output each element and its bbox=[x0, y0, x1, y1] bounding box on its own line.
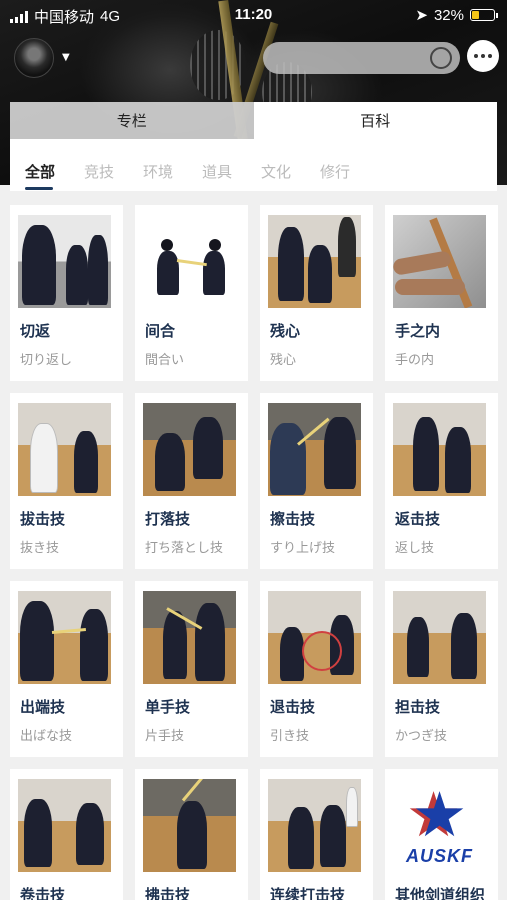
category-all[interactable]: 全部 bbox=[25, 161, 84, 190]
card-image bbox=[143, 591, 236, 684]
card-katatewaza[interactable]: 单手技 片手技 bbox=[135, 581, 248, 757]
card-subtitle: 片手技 bbox=[145, 729, 185, 744]
card-title: 拔击技 bbox=[20, 510, 66, 528]
card-maai[interactable]: 间合 間合い bbox=[135, 205, 248, 381]
card-image bbox=[393, 215, 486, 308]
card-subtitle: 引き技 bbox=[270, 729, 310, 744]
card-title: 残心 bbox=[270, 322, 301, 340]
category-culture[interactable]: 文化 bbox=[261, 161, 320, 182]
star-icon: ★ bbox=[411, 778, 468, 851]
card-kaeshiwaza[interactable]: 返击技 返し技 bbox=[385, 393, 498, 569]
card-subtitle: 出ばな技 bbox=[20, 729, 73, 744]
card-makiwaza[interactable]: 卷击技 bbox=[10, 769, 123, 900]
card-zanshin[interactable]: 残心 残心 bbox=[260, 205, 373, 381]
top-tab-bar: 专栏 百科 bbox=[10, 102, 497, 139]
location-arrow-icon: ➤ bbox=[415, 7, 428, 24]
card-subtitle: 残心 bbox=[270, 353, 297, 368]
card-other-orgs[interactable]: ★ AUSKF 其他剑道组织 bbox=[385, 769, 498, 900]
card-title: 切返 bbox=[20, 322, 51, 340]
search-input[interactable] bbox=[263, 42, 460, 74]
card-title: 打落技 bbox=[145, 510, 191, 528]
card-image bbox=[268, 591, 361, 684]
encyclopedia-grid: 切返 切り返し 间合 間合い 残心 残心 手之内 手の内 拔击技 抜き技 打落技… bbox=[10, 205, 498, 900]
card-image bbox=[268, 779, 361, 872]
category-bar: 全部 竞技 环境 道具 文化 修行 bbox=[10, 139, 497, 191]
card-title: 返击技 bbox=[395, 510, 441, 528]
search-icon[interactable] bbox=[430, 47, 452, 69]
chevron-down-icon[interactable]: ▼ bbox=[62, 52, 70, 63]
card-hikiwaza[interactable]: 退击技 引き技 bbox=[260, 581, 373, 757]
logo-text: AUSKF bbox=[406, 846, 473, 866]
category-training[interactable]: 修行 bbox=[320, 161, 379, 182]
card-subtitle: すり上げ技 bbox=[270, 541, 336, 556]
card-suriage[interactable]: 擦击技 すり上げ技 bbox=[260, 393, 373, 569]
card-image bbox=[18, 215, 111, 308]
card-title: 其他剑道组织 bbox=[395, 886, 486, 900]
card-image bbox=[268, 215, 361, 308]
card-subtitle: 抜き技 bbox=[20, 541, 60, 556]
card-subtitle: 切り返し bbox=[20, 353, 73, 368]
card-title: 手之内 bbox=[395, 322, 441, 340]
card-subtitle: かつぎ技 bbox=[395, 729, 448, 744]
main-content: 全部 竞技 环境 道具 文化 修行 切返 切り返し 间合 間合い 残心 残心 手… bbox=[0, 139, 507, 900]
battery-icon bbox=[470, 9, 498, 21]
card-subtitle: 打ち落とし技 bbox=[145, 541, 224, 556]
card-title: 单手技 bbox=[145, 698, 191, 716]
card-title: 间合 bbox=[145, 322, 176, 340]
category-environment[interactable]: 环境 bbox=[143, 161, 202, 182]
card-image bbox=[143, 215, 236, 308]
card-tenouchi[interactable]: 手之内 手の内 bbox=[385, 205, 498, 381]
card-title: 担击技 bbox=[395, 698, 441, 716]
card-title: 退击技 bbox=[270, 698, 316, 716]
card-image bbox=[143, 403, 236, 496]
card-subtitle: 手の内 bbox=[395, 353, 435, 368]
status-bar: 中国移动 4G 11:20 ➤ 32% bbox=[0, 0, 507, 30]
card-katsugiwaza[interactable]: 担击技 かつぎ技 bbox=[385, 581, 498, 757]
card-haraiwaza[interactable]: 拂击技 bbox=[135, 769, 248, 900]
card-renzokuwaza[interactable]: 连续打击技 bbox=[260, 769, 373, 900]
card-image bbox=[143, 779, 236, 872]
category-competition[interactable]: 竞技 bbox=[84, 161, 143, 182]
card-subtitle: 間合い bbox=[145, 353, 185, 368]
tab-encyclopedia[interactable]: 百科 bbox=[253, 102, 497, 139]
card-image bbox=[393, 403, 486, 496]
card-nukiwaza[interactable]: 拔击技 抜き技 bbox=[10, 393, 123, 569]
card-title: 连续打击技 bbox=[270, 886, 346, 900]
card-kirikaeshi[interactable]: 切返 切り返し bbox=[10, 205, 123, 381]
card-title: 出端技 bbox=[20, 698, 66, 716]
card-image bbox=[268, 403, 361, 496]
card-title: 卷击技 bbox=[20, 886, 66, 900]
card-image bbox=[18, 591, 111, 684]
battery-percent: 32% bbox=[433, 6, 464, 24]
auskf-logo: ★ AUSKF bbox=[393, 779, 486, 872]
card-title: 拂击技 bbox=[145, 886, 191, 900]
user-avatar[interactable] bbox=[14, 38, 54, 78]
card-image bbox=[18, 403, 111, 496]
card-debanawaza[interactable]: 出端技 出ばな技 bbox=[10, 581, 123, 757]
chat-bubble-icon[interactable] bbox=[467, 40, 499, 72]
category-equipment[interactable]: 道具 bbox=[202, 161, 261, 182]
card-image bbox=[393, 591, 486, 684]
card-image bbox=[18, 779, 111, 872]
tab-column[interactable]: 专栏 bbox=[10, 102, 254, 139]
card-subtitle: 返し技 bbox=[395, 541, 435, 556]
card-title: 擦击技 bbox=[270, 510, 316, 528]
card-uchiotoshi[interactable]: 打落技 打ち落とし技 bbox=[135, 393, 248, 569]
